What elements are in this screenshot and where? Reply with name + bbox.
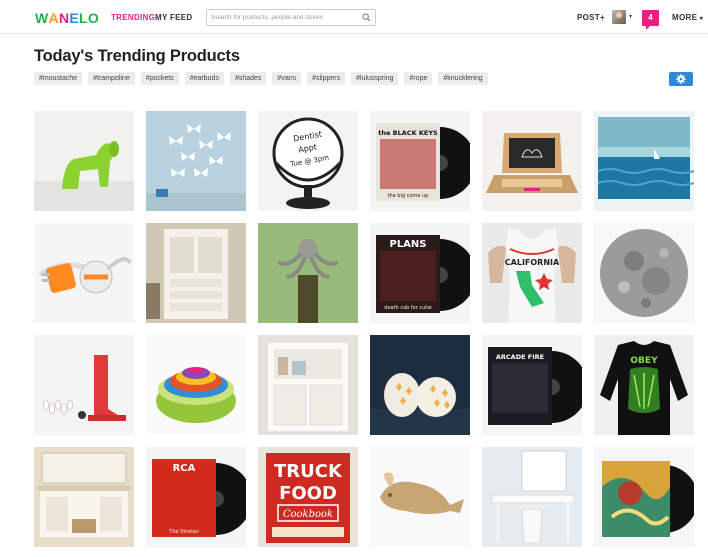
product-image bbox=[34, 223, 134, 323]
product-card-white-cabinet[interactable] bbox=[146, 223, 246, 323]
settings-button[interactable] bbox=[669, 72, 693, 86]
notification-badge[interactable]: 4 bbox=[642, 10, 659, 30]
svg-text:PLANS: PLANS bbox=[389, 239, 426, 250]
product-card-sweatshirt[interactable]: OBEY bbox=[594, 335, 694, 435]
product-card-toy-laptop[interactable] bbox=[482, 111, 582, 211]
logo-letter: E bbox=[69, 10, 79, 26]
tag-chip[interactable]: #pockets bbox=[140, 72, 179, 85]
product-image bbox=[482, 447, 582, 547]
nav-my-feed-link[interactable]: MY FEED bbox=[155, 13, 193, 22]
product-image: the BLACK KEYS the big come up bbox=[370, 111, 470, 211]
more-menu-button[interactable]: MORE ▾ bbox=[672, 13, 703, 22]
svg-text:Cookbook: Cookbook bbox=[283, 509, 333, 520]
product-card-record[interactable]: PLANS death cab for cutie bbox=[370, 223, 470, 323]
product-image bbox=[258, 223, 358, 323]
caret-down-icon: ▾ bbox=[699, 16, 704, 22]
tag-chip[interactable]: #slippers bbox=[307, 72, 346, 85]
svg-text:CALIFORNIA: CALIFORNIA bbox=[505, 258, 560, 267]
product-image bbox=[370, 447, 470, 547]
logo-letter: A bbox=[48, 10, 59, 26]
product-image bbox=[146, 223, 246, 323]
product-card-cord-organizer[interactable] bbox=[34, 223, 134, 323]
product-image: Dentist Appt Tue @ 3pm bbox=[258, 111, 358, 211]
caret-down-icon[interactable]: ▾ bbox=[629, 13, 632, 20]
product-card-california-tank[interactable]: CALIFORNIA bbox=[482, 223, 582, 323]
product-card-octopus-bottle-opener[interactable] bbox=[258, 223, 358, 323]
search-input[interactable] bbox=[211, 11, 361, 24]
tag-chip[interactable]: #trampoline bbox=[88, 72, 135, 85]
product-card-psychedelic-record[interactable] bbox=[594, 447, 694, 547]
product-card-bookcase-cabinet[interactable] bbox=[258, 335, 358, 435]
nav-trending-link[interactable]: TRENDING bbox=[111, 13, 155, 22]
gear-icon bbox=[676, 74, 686, 84]
svg-text:TRUCK: TRUCK bbox=[274, 461, 343, 482]
more-label: MORE bbox=[672, 13, 698, 22]
svg-text:the BLACK KEYS: the BLACK KEYS bbox=[378, 129, 438, 137]
product-image: RCA The Strokes bbox=[146, 447, 246, 547]
logo-letter: W bbox=[35, 10, 49, 26]
product-image: OBEY bbox=[594, 335, 694, 435]
product-image bbox=[370, 335, 470, 435]
product-card-truck-food-cookbook[interactable]: TRUCK FOOD Cookbook bbox=[258, 447, 358, 547]
product-image bbox=[34, 447, 134, 547]
product-card-moon-print[interactable] bbox=[594, 223, 694, 323]
svg-text:OBEY: OBEY bbox=[630, 356, 658, 366]
product-image bbox=[482, 111, 582, 211]
svg-text:the big come up: the big come up bbox=[388, 193, 429, 199]
product-card-butterfly-wall-decor[interactable] bbox=[146, 111, 246, 211]
page-title: Today's Trending Products bbox=[34, 47, 240, 65]
product-image: TRUCK FOOD Cookbook bbox=[258, 447, 358, 547]
product-card-whale-cutting-board[interactable] bbox=[370, 447, 470, 547]
svg-text:The Strokes: The Strokes bbox=[168, 529, 199, 535]
product-card-bathroom-vanity[interactable] bbox=[34, 447, 134, 547]
svg-text:RCA: RCA bbox=[173, 463, 196, 474]
product-image: ARCADE FIRE bbox=[482, 335, 582, 435]
product-image bbox=[146, 111, 246, 211]
product-card-dentist-appt-globe[interactable]: Dentist Appt Tue @ 3pm bbox=[258, 111, 358, 211]
product-image bbox=[594, 447, 694, 547]
product-image: PLANS death cab for cutie bbox=[370, 223, 470, 323]
product-card-nesting-bowls[interactable] bbox=[146, 335, 246, 435]
tag-chip[interactable]: #knucklering bbox=[438, 72, 488, 85]
product-card-record[interactable]: ARCADE FIRE bbox=[482, 335, 582, 435]
logo-letter: L bbox=[79, 10, 88, 26]
logo-letter: N bbox=[58, 10, 70, 26]
product-card-record[interactable]: the BLACK KEYS the big come up bbox=[370, 111, 470, 211]
product-image bbox=[34, 111, 134, 211]
search-box[interactable] bbox=[206, 9, 376, 26]
product-image bbox=[594, 111, 694, 211]
wanelo-logo[interactable]: WANELO bbox=[35, 10, 99, 26]
product-image bbox=[594, 223, 694, 323]
tag-chip[interactable]: #vans bbox=[272, 72, 302, 85]
product-image bbox=[34, 335, 134, 435]
logo-letter: O bbox=[87, 10, 100, 26]
svg-text:ARCADE FIRE: ARCADE FIRE bbox=[496, 353, 544, 361]
product-card-bowling-toy[interactable] bbox=[34, 335, 134, 435]
magnifier-icon[interactable] bbox=[362, 13, 371, 22]
product-image: CALIFORNIA bbox=[482, 223, 582, 323]
tag-chip[interactable]: #moustache bbox=[34, 72, 83, 85]
product-image bbox=[146, 335, 246, 435]
tag-chip[interactable]: #lulusspring bbox=[351, 72, 399, 85]
product-card-white-desk[interactable] bbox=[482, 447, 582, 547]
product-card-record[interactable]: RCA The Strokes bbox=[146, 447, 246, 547]
product-card-lantern-candles[interactable] bbox=[370, 335, 470, 435]
post-button[interactable]: POST+ bbox=[577, 13, 605, 22]
svg-text:death cab for cutie: death cab for cutie bbox=[384, 305, 431, 311]
product-card-green-dog-stand[interactable] bbox=[34, 111, 134, 211]
product-card-ocean-bedding[interactable] bbox=[594, 111, 694, 211]
avatar[interactable] bbox=[612, 10, 626, 24]
tag-chip[interactable]: #shades bbox=[229, 72, 267, 85]
tag-chip[interactable]: #earbuds bbox=[184, 72, 224, 85]
tag-chip[interactable]: #rope bbox=[404, 72, 433, 85]
product-image bbox=[258, 335, 358, 435]
top-navigation-bar: WANELO TRENDING MY FEED POST+ ▾ 4 MORE ▾ bbox=[0, 0, 708, 34]
trending-tags: #moustache #trampoline #pockets #earbuds #sh… bbox=[34, 72, 488, 85]
svg-text:FOOD: FOOD bbox=[279, 483, 337, 504]
